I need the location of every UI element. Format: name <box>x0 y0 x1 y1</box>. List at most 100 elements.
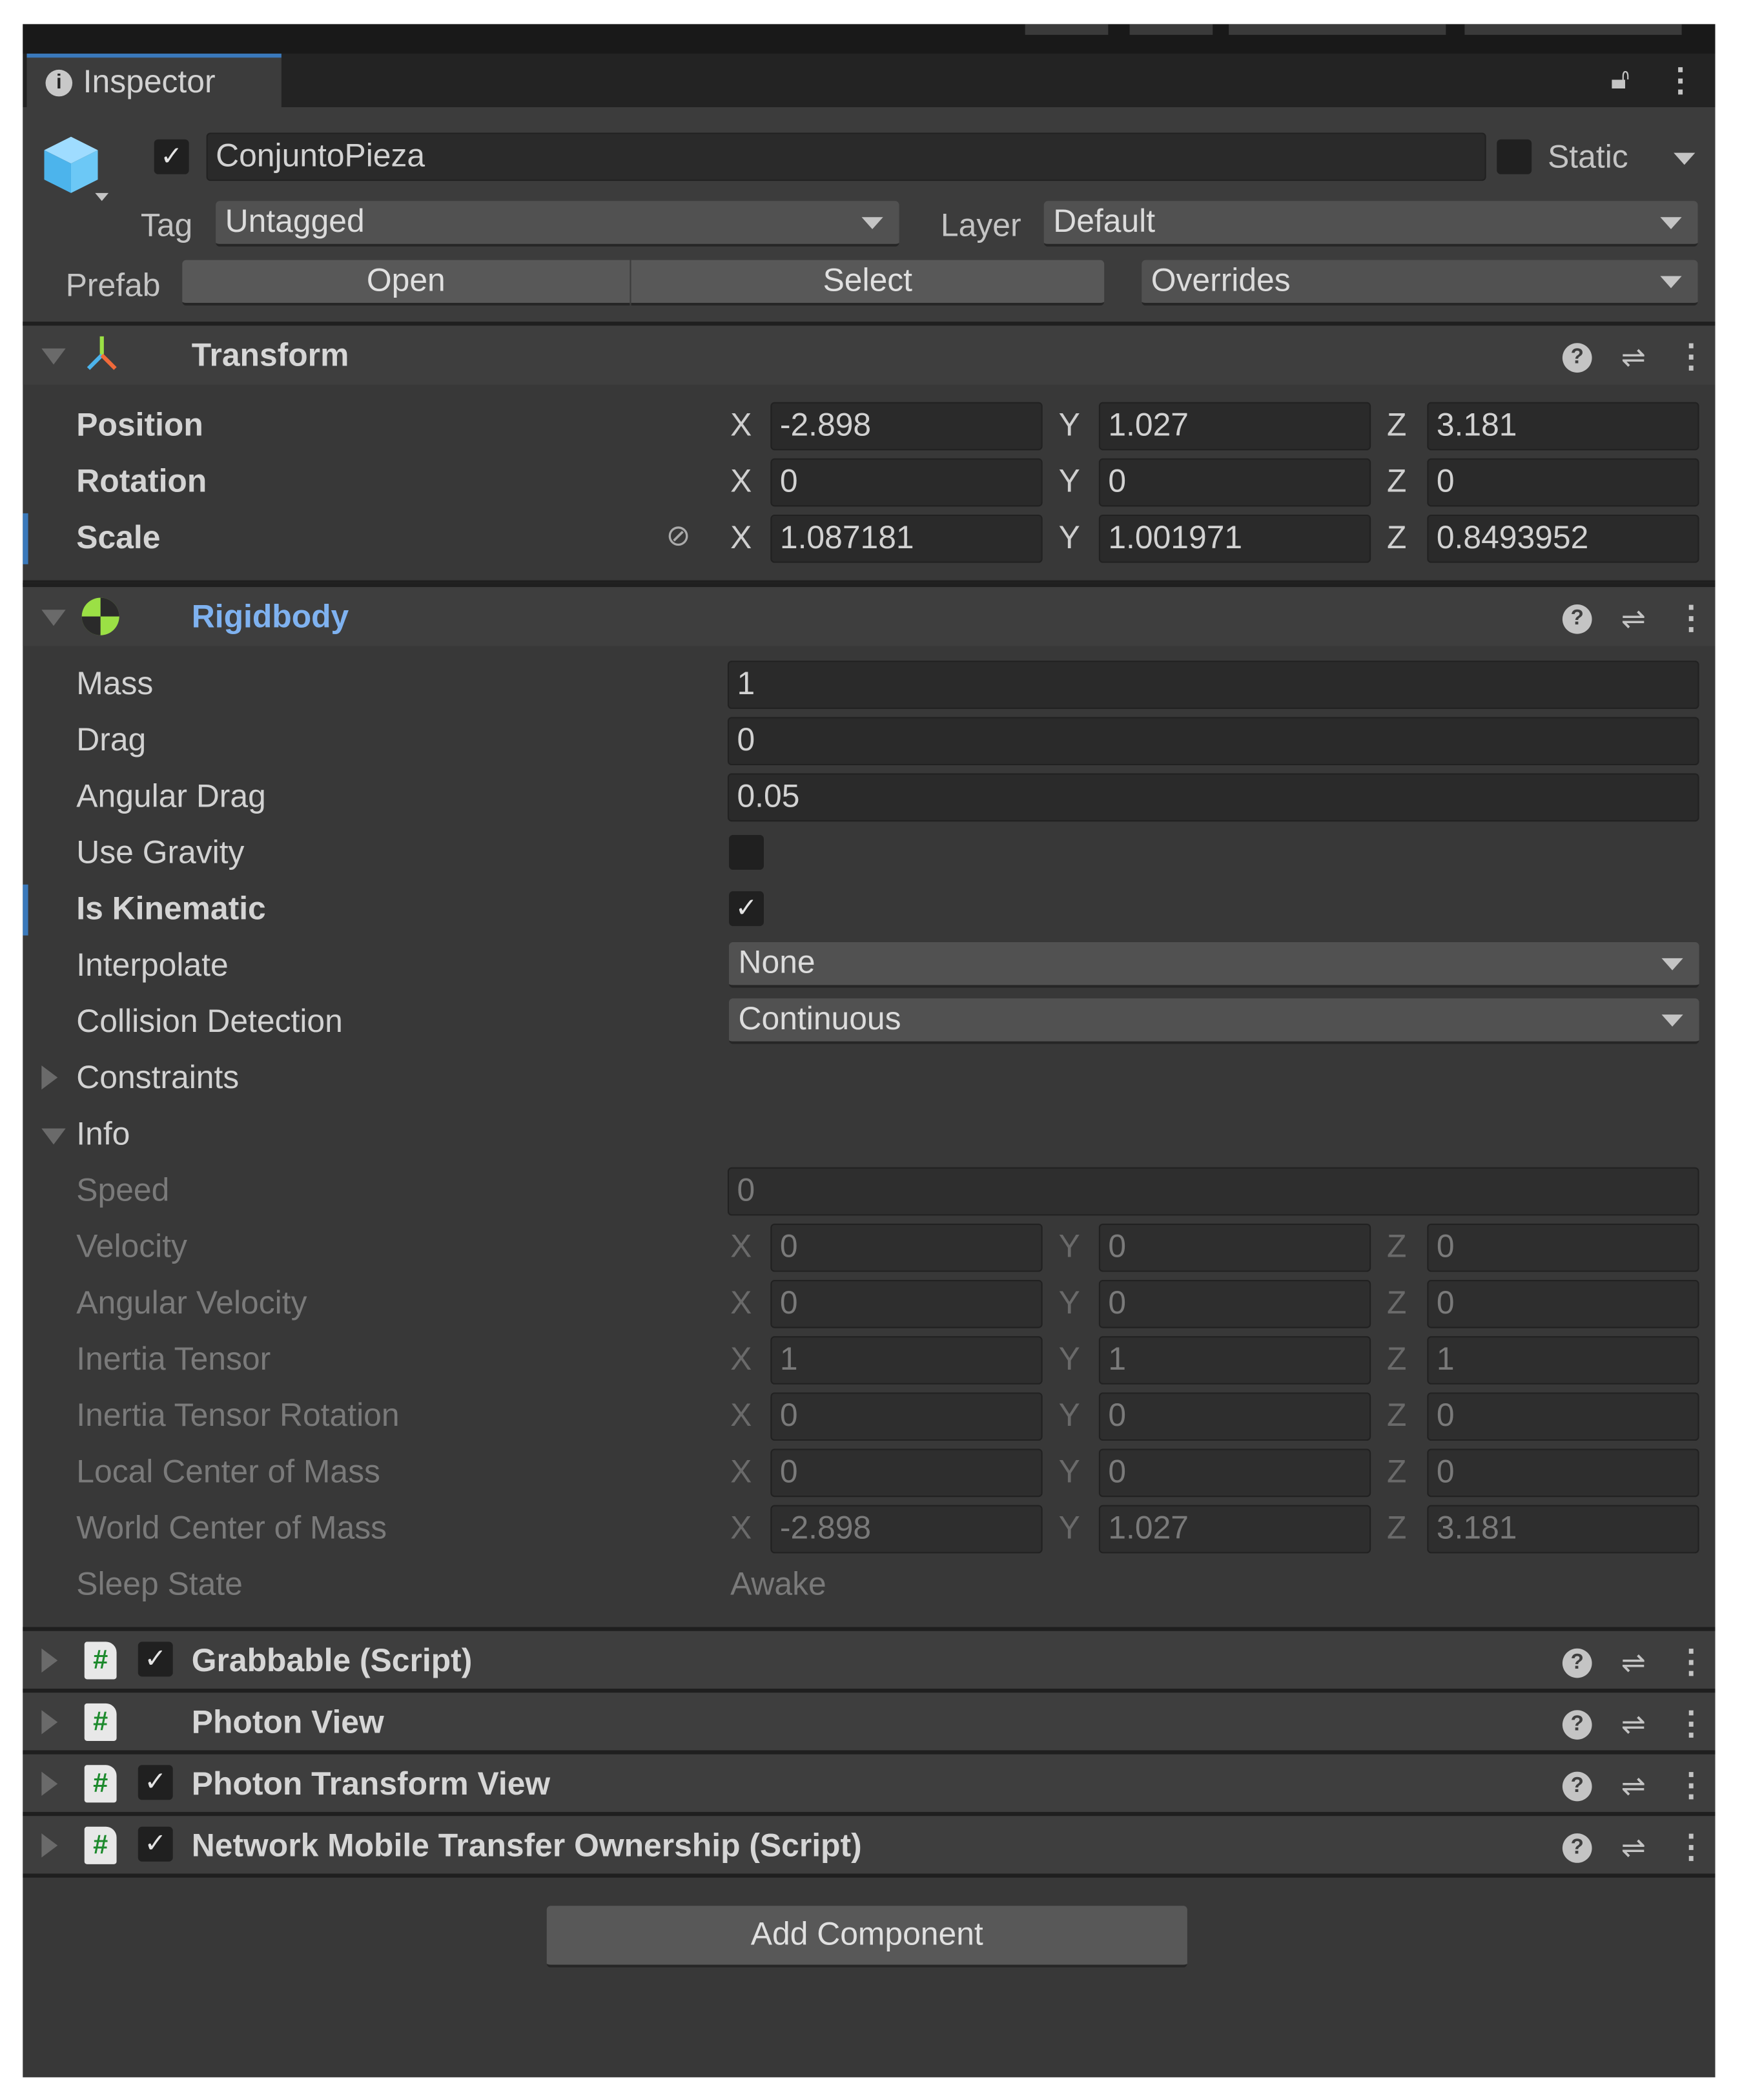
rigidbody-row-inertia-tensor: Inertia Tensor X 1 Y 1 Z 1 <box>23 1332 1715 1388</box>
foldout-arrow-icon[interactable] <box>41 1833 58 1858</box>
kebab-menu-icon[interactable]: ⋮ <box>1675 1828 1707 1867</box>
foldout-arrow-icon[interactable] <box>41 1710 58 1735</box>
row-label: Rotation <box>76 464 207 500</box>
row-label: Use Gravity <box>76 834 245 872</box>
foldout-arrow-icon[interactable] <box>41 1771 58 1796</box>
kebab-menu-icon[interactable]: ⋮ <box>1675 338 1707 376</box>
scale-x-input[interactable]: 1.087181 <box>770 514 1043 563</box>
presets-icon[interactable]: ⇌ <box>1619 1645 1648 1680</box>
kebab-menu-icon[interactable]: ⋮ <box>1675 1766 1707 1805</box>
row-label: Scale <box>76 520 161 557</box>
tag-dropdown[interactable]: Untagged <box>216 201 899 247</box>
toolbar-button[interactable] <box>1464 24 1682 35</box>
scale-z-input[interactable]: 0.8493952 <box>1427 514 1699 563</box>
rigidbody-row-inertia-tensor-rotation: Inertia Tensor Rotation X 0 Y 0 Z 0 <box>23 1388 1715 1445</box>
help-icon[interactable]: ? <box>1562 1771 1592 1801</box>
use-gravity-checkbox[interactable] <box>729 834 764 870</box>
interpolate-dropdown[interactable]: None <box>729 942 1699 988</box>
add-component-button[interactable]: Add Component <box>546 1906 1187 1968</box>
transform-header[interactable]: Transform ? ⇌ ⋮ <box>23 322 1716 385</box>
help-icon[interactable]: ? <box>1562 603 1592 633</box>
tab-inspector[interactable]: i Inspector <box>26 54 282 108</box>
object-name-input[interactable]: ConjuntoPieza <box>206 132 1486 181</box>
row-label: Angular Drag <box>76 778 266 815</box>
row-label: Local Center of Mass <box>76 1454 380 1490</box>
row-label: Info <box>76 1116 130 1153</box>
lock-icon[interactable]: 🔓︎ <box>1611 61 1630 96</box>
foldout-arrow-icon[interactable] <box>41 610 66 626</box>
rigidbody-header[interactable]: Rigidbody ? ⇌ ⋮ <box>23 582 1716 646</box>
constrain-proportions-link-icon[interactable]: ⊘ <box>666 519 690 553</box>
scale-y-input[interactable]: 1.001971 <box>1098 514 1371 563</box>
foldout-arrow-icon[interactable] <box>41 348 66 365</box>
component-header-grabbable-script-[interactable]: # ✓ Grabbable (Script)? ⇌ ⋮ <box>23 1627 1716 1689</box>
component-header-network-mobile-transfer-ownership-script-[interactable]: # ✓ Network Mobile Transfer Ownership (Scr… <box>23 1811 1716 1874</box>
presets-icon[interactable]: ⇌ <box>1619 340 1648 375</box>
rigidbody-row-angular-drag: Angular Drag 0.05 <box>23 769 1715 825</box>
transform-body: Position X -2.898 Y 1.027 Z 3.181 Rotation X 0 Y 0 Z… <box>23 385 1716 584</box>
axis-label-x: X <box>730 1229 752 1266</box>
axis-label-y: Y <box>1058 1510 1080 1547</box>
drag-input[interactable]: 0 <box>727 717 1699 766</box>
field-value: -2.898 <box>779 1510 872 1547</box>
world-center-of-mass-x-input: -2.898 <box>770 1505 1043 1554</box>
foldout-arrow-icon[interactable] <box>41 1648 58 1673</box>
axis-label-z: Z <box>1387 1229 1407 1266</box>
kebab-menu-icon[interactable]: ⋮ <box>1675 1705 1707 1744</box>
position-x-input[interactable]: -2.898 <box>770 402 1043 451</box>
component-enabled-checkbox[interactable]: ✓ <box>138 1642 173 1677</box>
help-icon[interactable]: ? <box>1562 1833 1592 1862</box>
help-icon[interactable]: ? <box>1562 1709 1592 1739</box>
prefab-overrides-dropdown[interactable]: Overrides <box>1142 260 1698 306</box>
local-center-of-mass-y-input: 0 <box>1098 1448 1371 1498</box>
static-dropdown-arrow-icon[interactable] <box>1674 152 1696 165</box>
kebab-menu-icon[interactable]: ⋮ <box>1675 1643 1707 1682</box>
presets-icon[interactable]: ⇌ <box>1619 1768 1648 1803</box>
active-checkbox[interactable]: ✓ <box>154 139 189 174</box>
rigidbody-row-collision-detection: Collision Detection Continuous <box>23 994 1715 1051</box>
field-value: 3.181 <box>1436 1510 1517 1547</box>
toolbar-button[interactable] <box>1025 24 1109 35</box>
static-checkbox[interactable] <box>1497 139 1532 174</box>
foldout-arrow-icon[interactable] <box>41 1065 58 1090</box>
rigidbody-row-constraints[interactable]: Constraints <box>23 1051 1715 1107</box>
collision-detection-dropdown[interactable]: Continuous <box>729 998 1699 1044</box>
axis-label-y: Y <box>1058 520 1080 557</box>
presets-icon[interactable]: ⇌ <box>1619 1707 1648 1742</box>
component-header-photon-transform-view[interactable]: # ✓ Photon Transform View? ⇌ ⋮ <box>23 1750 1716 1812</box>
field-value: 1 <box>1436 1341 1455 1378</box>
position-z-input[interactable]: 3.181 <box>1427 402 1699 451</box>
presets-icon[interactable]: ⇌ <box>1619 601 1648 636</box>
rigidbody-row-info[interactable]: Info <box>23 1107 1715 1163</box>
axis-label-y: Y <box>1058 1285 1080 1322</box>
help-icon[interactable]: ? <box>1562 342 1592 372</box>
component-header-photon-view[interactable]: # Photon View? ⇌ ⋮ <box>23 1689 1716 1751</box>
foldout-arrow-icon[interactable] <box>41 1128 66 1145</box>
gameobject-cube-icon[interactable] <box>41 131 109 206</box>
field-value: 1.027 <box>1108 407 1189 444</box>
axis-label-x: X <box>730 1397 752 1434</box>
help-icon[interactable]: ? <box>1562 1647 1592 1678</box>
kebab-menu-icon[interactable]: ⋮ <box>1665 61 1697 100</box>
toolbar-button[interactable] <box>1129 24 1213 35</box>
position-y-input[interactable]: 1.027 <box>1098 402 1371 451</box>
presets-icon[interactable]: ⇌ <box>1619 1830 1648 1865</box>
toolbar-button[interactable] <box>1229 24 1446 35</box>
kebab-menu-icon[interactable]: ⋮ <box>1675 599 1707 638</box>
prefab-open-button[interactable]: Open <box>182 260 630 306</box>
mass-input[interactable]: 1 <box>727 661 1699 709</box>
field-value: 1 <box>779 1341 798 1378</box>
component-enabled-checkbox[interactable]: ✓ <box>138 1826 173 1862</box>
angular-drag-input[interactable]: 0.05 <box>727 773 1699 822</box>
component-enabled-checkbox[interactable]: ✓ <box>138 1765 173 1800</box>
rotation-y-input[interactable]: 0 <box>1098 458 1371 507</box>
rotation-x-input[interactable]: 0 <box>770 458 1043 507</box>
is-kinematic-checkbox[interactable]: ✓ <box>729 891 764 927</box>
axis-label-z: Z <box>1387 1285 1407 1322</box>
component-title: Rigidbody <box>191 599 349 635</box>
prefab-select-button[interactable]: Select <box>631 260 1105 306</box>
rotation-z-input[interactable]: 0 <box>1427 458 1699 507</box>
layer-dropdown[interactable]: Default <box>1043 201 1698 247</box>
axis-label-x: X <box>730 1454 752 1490</box>
velocity-z-input: 0 <box>1427 1223 1699 1272</box>
